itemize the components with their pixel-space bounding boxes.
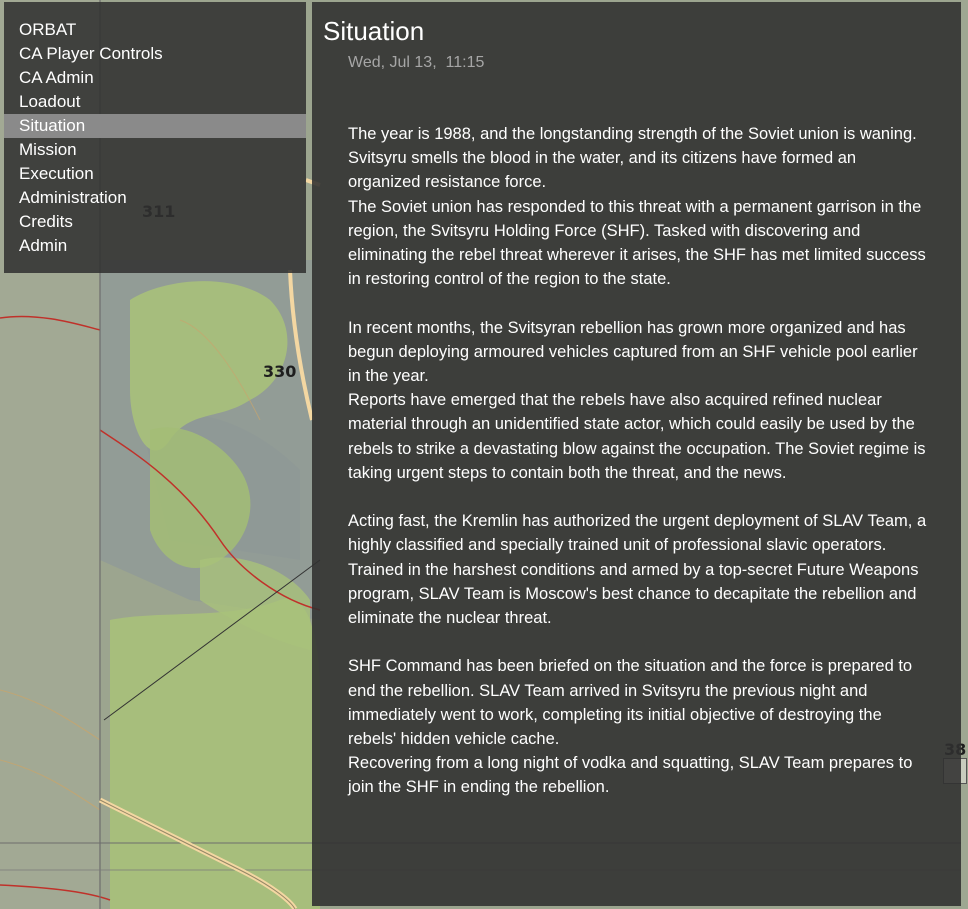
paragraph: Reports have emerged that the rebels hav… — [348, 391, 926, 482]
paragraph: The Soviet union has responded to this t… — [348, 197, 926, 289]
briefing-panel[interactable]: Situation Wed, Jul 13, 11:15 The year is… — [312, 2, 961, 906]
menu-item-mission[interactable]: Mission — [4, 138, 306, 162]
briefing-text: The year is 1988, and the longstanding s… — [348, 122, 933, 800]
menu-item-loadout[interactable]: Loadout — [4, 90, 306, 114]
paragraph: SHF Command has been briefed on the situ… — [348, 657, 913, 749]
menu-item-execution[interactable]: Execution — [4, 162, 306, 186]
paragraph: In recent months, the Svitsyran rebellio… — [348, 318, 918, 386]
menu-item-ca-admin[interactable]: CA Admin — [4, 66, 306, 90]
menu-item-admin[interactable]: Admin — [4, 234, 306, 258]
paragraph: The year is 1988, and the longstanding s… — [348, 125, 917, 192]
paragraph: Recovering from a long night of vodka an… — [348, 754, 913, 797]
briefing-menu: ORBAT CA Player Controls CA Admin Loadou… — [4, 2, 306, 273]
page-title: Situation — [323, 16, 425, 46]
briefing-date: Wed, Jul 13, 11:15 — [348, 54, 485, 71]
menu-item-ca-player-controls[interactable]: CA Player Controls — [4, 42, 306, 66]
menu-item-credits[interactable]: Credits — [4, 210, 306, 234]
menu-item-orbat[interactable]: ORBAT — [4, 18, 306, 42]
menu-item-administration[interactable]: Administration — [4, 186, 306, 210]
map-grid-label-330: 330 — [263, 362, 297, 381]
paragraph: Acting fast, the Kremlin has authorized … — [348, 512, 927, 628]
menu-item-situation[interactable]: Situation — [4, 114, 306, 138]
